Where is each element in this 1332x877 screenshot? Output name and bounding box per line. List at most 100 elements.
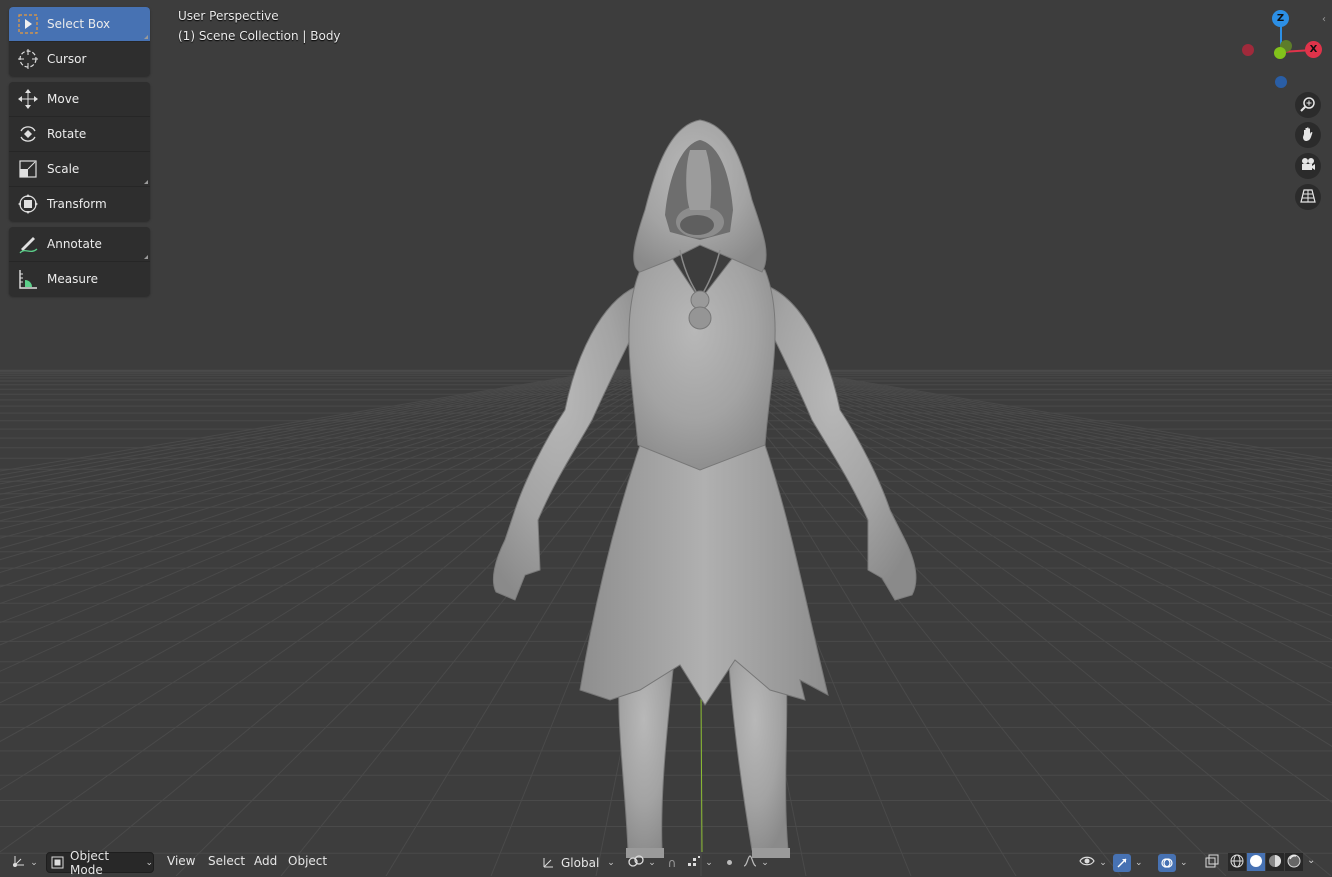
toolbar-group-annotate: Annotate Measure [9,227,150,296]
chevron-down-icon: ⌄ [30,857,38,868]
toolbar-group-transform: Move Rotate Scale Transform [9,82,150,221]
chevron-down-icon: ⌄ [761,857,769,868]
chevron-down-icon: ⌄ [607,857,615,868]
scale-icon [9,152,47,186]
camera-view-button[interactable] [1295,153,1321,179]
tool-label: Annotate [47,237,102,251]
hand-pan-icon [1300,126,1316,145]
mode-label: Object Mode [70,848,110,877]
gizmo-x-axis[interactable]: X [1305,41,1322,58]
tool-options-corner [144,255,148,259]
shading-wireframe-button[interactable] [1228,853,1246,871]
rendered-sphere-icon [1287,854,1301,871]
proportional-falloff-select[interactable]: ⌄ [741,852,771,873]
gizmo-x-label: X [1309,44,1318,55]
orientation-axes-icon [541,856,555,870]
select-box-icon [9,7,47,41]
ortho-toggle-button[interactable] [1295,184,1321,210]
shading-rendered-button[interactable] [1285,853,1303,871]
transform-icon [9,187,47,221]
xray-toggle[interactable] [1202,852,1222,873]
viewport-canvas [0,0,1332,876]
orientation-label: Global [561,855,600,870]
shading-options-button[interactable]: ⌄ [1307,855,1315,866]
pivot-link-icon [628,855,644,870]
xray-icon [1205,854,1219,871]
tool-label: Move [47,92,80,106]
cursor-icon [9,42,47,76]
gizmo-neg-z [1275,76,1287,88]
tool-cursor[interactable]: Cursor [9,42,150,76]
shading-solid-button[interactable] [1247,853,1265,871]
ortho-grid-icon [1300,188,1316,207]
menu-view[interactable]: View [167,854,195,868]
chevron-down-icon: ⌄ [145,857,153,868]
magnet-icon: ∩ [667,855,677,870]
tool-select-box[interactable]: Select Box [9,7,150,42]
mode-select[interactable]: Object Mode ⌄ [46,849,154,877]
pivot-point-select[interactable]: ⌄ [626,852,658,873]
gizmo-neg-x [1242,44,1254,56]
wireframe-sphere-icon [1230,854,1244,871]
tool-rotate[interactable]: Rotate [9,117,150,152]
proportional-dot-icon [726,860,732,865]
transform-orientation-select[interactable]: Global ⌄ [541,852,621,873]
3d-viewport[interactable] [0,0,1332,876]
snap-target-select[interactable]: ⌄ [685,852,715,873]
overlays-icon [1158,853,1176,872]
menu-object[interactable]: Object [288,854,327,868]
chevron-down-icon: ⌄ [648,857,656,868]
falloff-curve-icon [743,855,757,870]
annotate-icon [9,227,47,261]
measure-icon [9,262,47,296]
chevron-down-icon: ⌄ [1099,857,1107,868]
shading-material-button[interactable] [1266,853,1284,871]
material-sphere-icon [1268,854,1282,871]
gizmo-arrow-icon [1113,853,1131,872]
chevron-down-icon: ⌄ [705,857,713,868]
chevron-down-icon: ⌄ [1135,857,1143,868]
tool-scale[interactable]: Scale [9,152,150,187]
visibility-select[interactable]: ⌄ [1078,852,1108,873]
snap-increment-icon [687,854,701,871]
proportional-edit-toggle[interactable] [720,852,738,873]
tool-label: Select Box [47,17,111,31]
tool-transform[interactable]: Transform [9,187,150,221]
collection-label: (1) Scene Collection | Body [178,29,341,43]
tool-label: Scale [47,162,80,176]
toolbar-group-select: Select Box Cursor [9,7,150,76]
tool-options-corner [144,35,148,39]
editor-type-button[interactable]: ⌄ [10,852,40,873]
tool-move[interactable]: Move [9,82,150,117]
camera-icon [1300,157,1316,176]
eye-icon [1079,855,1095,870]
sidebar-toggle-icon[interactable]: ‹ [1322,14,1326,25]
chevron-down-icon: ⌄ [1180,857,1188,868]
view-perspective-label: User Perspective [178,9,279,23]
object-mode-icon [51,856,64,869]
overlays-toggle[interactable]: ⌄ [1158,852,1194,873]
viewport-header: ⌄ Object Mode ⌄ View Select Add Object G… [0,849,1332,877]
zoom-icon [1300,96,1316,115]
axis-editor-icon [12,854,26,871]
tool-measure[interactable]: Measure [9,262,150,296]
tool-options-corner [144,180,148,184]
snap-toggle[interactable]: ∩ [664,852,680,873]
tool-label: Cursor [47,52,87,66]
gizmo-y [1274,47,1286,59]
tool-annotate[interactable]: Annotate [9,227,150,262]
rotate-icon [9,117,47,151]
gizmo-z-label: Z [1276,13,1285,24]
pan-button[interactable] [1295,122,1321,148]
gizmo-toggle[interactable]: ⌄ [1113,852,1149,873]
gizmo-z-axis[interactable]: Z [1272,10,1289,27]
menu-select[interactable]: Select [208,854,245,868]
move-icon [9,82,47,116]
tool-label: Transform [47,197,107,211]
tool-label: Rotate [47,127,87,141]
zoom-button[interactable] [1295,92,1321,118]
solid-sphere-icon [1249,854,1263,871]
tool-label: Measure [47,272,98,286]
menu-add[interactable]: Add [254,854,277,868]
chevron-down-icon: ⌄ [1307,855,1316,866]
